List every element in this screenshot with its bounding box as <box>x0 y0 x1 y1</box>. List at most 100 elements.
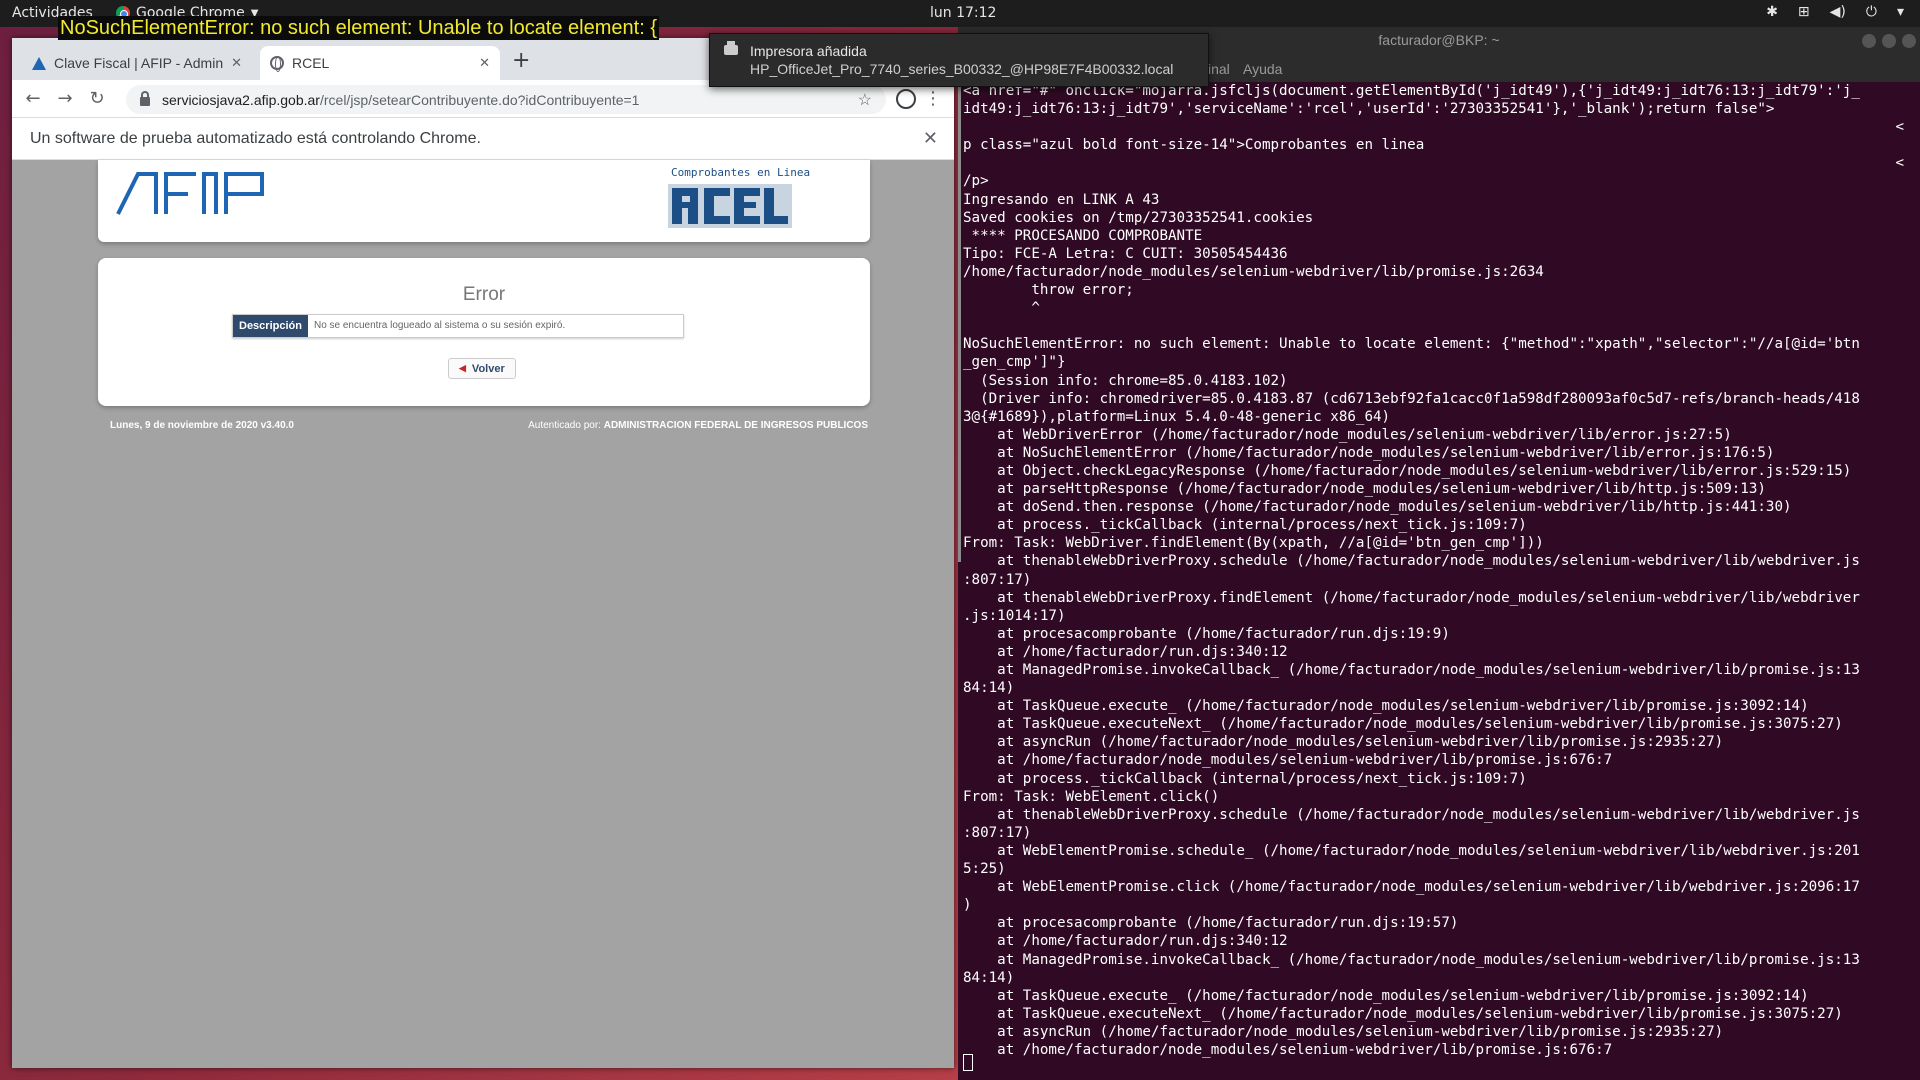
terminal-line: (Session info: chrome=85.0.4183.102) <box>963 372 1288 389</box>
terminal-line: at asyncRun (/home/facturador/node_modul… <box>963 1023 1724 1040</box>
back-arrow-icon[interactable]: ← <box>20 86 46 112</box>
terminal-line: :807:17) <box>963 824 1032 841</box>
terminal-line: From: Task: WebElement.click() <box>963 788 1220 805</box>
close-icon[interactable]: ✕ <box>231 55 242 71</box>
terminal-line: at TaskQueue.executeNext_ (/home/factura… <box>963 1005 1843 1022</box>
menu-ayuda[interactable]: Ayuda <box>1243 61 1282 77</box>
volver-button[interactable]: ◀ Volver <box>448 358 516 379</box>
footer-auth-org: ADMINISTRACION FEDERAL DE INGRESOS PUBLI… <box>603 420 868 431</box>
terminal-line: < <box>1895 155 1904 172</box>
globe-icon <box>270 56 284 72</box>
minimize-icon[interactable] <box>1862 34 1876 48</box>
afip-favicon-icon <box>32 56 46 70</box>
address-bar[interactable]: serviciosjava2.afip.gob.ar/rcel/jsp/sete… <box>126 85 886 114</box>
url-host: serviciosjava2.afip.gob.ar <box>162 91 320 108</box>
close-icon[interactable]: ✕ <box>479 55 490 71</box>
terminal-line: at /home/facturador/node_modules/seleniu… <box>963 1041 1613 1058</box>
bluetooth-icon[interactable]: ✱ <box>1766 4 1778 20</box>
terminal-line: /p> <box>963 173 989 190</box>
description-label: Descripción <box>233 315 308 337</box>
terminal-line: at parseHttpResponse (/home/facturador/n… <box>963 481 1766 498</box>
terminal-line: at TaskQueue.executeNext_ (/home/factura… <box>963 716 1843 733</box>
reload-icon[interactable]: ↻ <box>84 86 110 112</box>
footer-date: Lunes, 9 de noviembre de 2020 v3.40.0 <box>110 420 294 431</box>
close-icon[interactable] <box>1902 34 1916 48</box>
kebab-menu-icon[interactable]: ⋮ <box>924 88 942 109</box>
terminal-line: at Object.checkLegacyResponse (/home/fac… <box>963 462 1852 479</box>
terminal-line: at process._tickCallback (internal/proce… <box>963 770 1527 787</box>
terminal-line: < <box>1895 119 1904 136</box>
terminal-line: at /home/facturador/run.djs:340:12 <box>963 933 1288 950</box>
terminal-line: :807:17) <box>963 571 1032 588</box>
terminal-window: facturador@BKP: ~ inal Ayuda <a href="#"… <box>958 27 1920 1080</box>
system-tray[interactable]: ✱ ⊞ ◀) ⏻ ▾ <box>1766 4 1904 20</box>
terminal-line: p class="azul bold font-size-14">Comprob… <box>963 137 1425 154</box>
power-icon[interactable]: ⏻ <box>1866 4 1877 20</box>
volver-label: Volver <box>471 362 505 375</box>
terminal-line: NoSuchElementError: no such element: Una… <box>963 336 1860 353</box>
volume-icon[interactable]: ◀) <box>1830 4 1846 20</box>
tab-rcel[interactable]: RCEL ✕ <box>260 46 500 80</box>
new-tab-button[interactable]: + <box>512 48 530 73</box>
network-icon[interactable]: ⊞ <box>1798 4 1810 20</box>
rcel-caption: Comprobantes en Linea <box>671 166 811 179</box>
caret-left-icon: ◀ <box>459 363 466 373</box>
terminal-line: at asyncRun (/home/facturador/node_modul… <box>963 734 1724 751</box>
terminal-line: at WebDriverError (/home/facturador/node… <box>963 426 1732 443</box>
error-panel: Error Descripción No se encuentra loguea… <box>98 258 870 406</box>
terminal-line: Saved cookies on /tmp/27303352541.cookie… <box>963 209 1314 226</box>
terminal-line: at /home/facturador/run.djs:340:12 <box>963 643 1288 660</box>
terminal-line: Ingresando en LINK A 43 <box>963 191 1160 208</box>
terminal-line: ) <box>963 897 972 914</box>
terminal-line: 3@{#1689}),platform=Linux 5.4.0-48-gener… <box>963 408 1391 425</box>
terminal-line: idt49:j_idt76:13:j_idt79','serviceName':… <box>963 101 1775 118</box>
terminal-line: at NoSuchElementError (/home/facturador/… <box>963 444 1775 461</box>
terminal-line: at ManagedPromise.invokeCallback_ (/home… <box>963 662 1860 678</box>
tab-title: RCEL <box>292 55 330 71</box>
close-icon[interactable]: ✕ <box>923 128 938 149</box>
clock[interactable]: lun 17:12 <box>930 5 996 21</box>
description-value: No se encuentra logueado al sistema o su… <box>313 320 566 331</box>
terminal-line: at /home/facturador/node_modules/seleniu… <box>963 752 1613 769</box>
footer-auth-prefix: Autenticado por: <box>528 420 601 431</box>
notification-banner[interactable]: Impresora añadida HP_OfficeJet_Pro_7740_… <box>709 33 1209 87</box>
chevron-down-icon[interactable]: ▾ <box>1897 4 1904 20</box>
terminal-line: (Driver info: chromedriver=85.0.4183.87 … <box>963 390 1860 407</box>
description-row: Descripción No se encuentra logueado al … <box>232 314 684 338</box>
terminal-line: at TaskQueue.execute_ (/home/facturador/… <box>963 987 1809 1004</box>
terminal-line: at thenableWebDriverProxy.schedule (/hom… <box>963 806 1860 823</box>
footer-auth: Autenticado por: ADMINISTRACION FEDERAL … <box>528 420 868 431</box>
rcel-logo <box>668 184 792 228</box>
terminal-line: 5:25) <box>963 861 1006 878</box>
terminal-line: **** PROCESANDO COMPROBANTE <box>963 227 1203 244</box>
menu-terminal[interactable]: inal <box>1208 61 1230 77</box>
profile-icon[interactable] <box>896 89 916 109</box>
terminal-line: at doSend.then.response (/home/facturado… <box>963 499 1792 516</box>
error-overlay-text: NoSuchElementError: no such element: Una… <box>58 16 659 40</box>
terminal-line: .js:1014:17) <box>963 607 1066 624</box>
maximize-icon[interactable] <box>1882 34 1896 48</box>
terminal-line: at process._tickCallback (internal/proce… <box>963 517 1527 534</box>
terminal-cursor <box>963 1054 973 1071</box>
terminal-line: ^ <box>963 300 1040 317</box>
terminal-line: throw error; <box>963 282 1134 299</box>
tab-clave-fiscal[interactable]: Clave Fiscal | AFIP - Admin ✕ <box>22 46 252 80</box>
terminal-line: 84:14) <box>963 969 1015 986</box>
automation-infobar: Un software de prueba automatizado está … <box>12 118 954 160</box>
terminal-line: at WebElementPromise.click (/home/factur… <box>963 879 1860 896</box>
terminal-line: at procesacomprobante (/home/facturador/… <box>963 915 1459 932</box>
error-title: Error <box>462 284 506 305</box>
terminal-line: _gen_cmp']"} <box>963 354 1066 371</box>
star-icon[interactable]: ☆ <box>858 90 872 110</box>
page-viewport: Comprobantes en Linea Error Descripción … <box>12 160 954 1068</box>
terminal-line: at procesacomprobante (/home/facturador/… <box>963 625 1450 642</box>
lock-icon[interactable] <box>140 91 150 106</box>
forward-arrow-icon[interactable]: → <box>52 86 78 112</box>
terminal-line: at TaskQueue.execute_ (/home/facturador/… <box>963 698 1809 715</box>
terminal-line: From: Task: WebDriver.findElement(By(xpa… <box>963 535 1544 552</box>
terminal-output[interactable]: <a href="#" onclick="mojarra.jsfcljs(doc… <box>961 82 1916 1072</box>
tab-title: Clave Fiscal | AFIP - Admin <box>54 55 224 71</box>
terminal-line: at WebElementPromise.schedule_ (/home/fa… <box>963 842 1860 859</box>
terminal-line: 84:14) <box>963 680 1015 697</box>
